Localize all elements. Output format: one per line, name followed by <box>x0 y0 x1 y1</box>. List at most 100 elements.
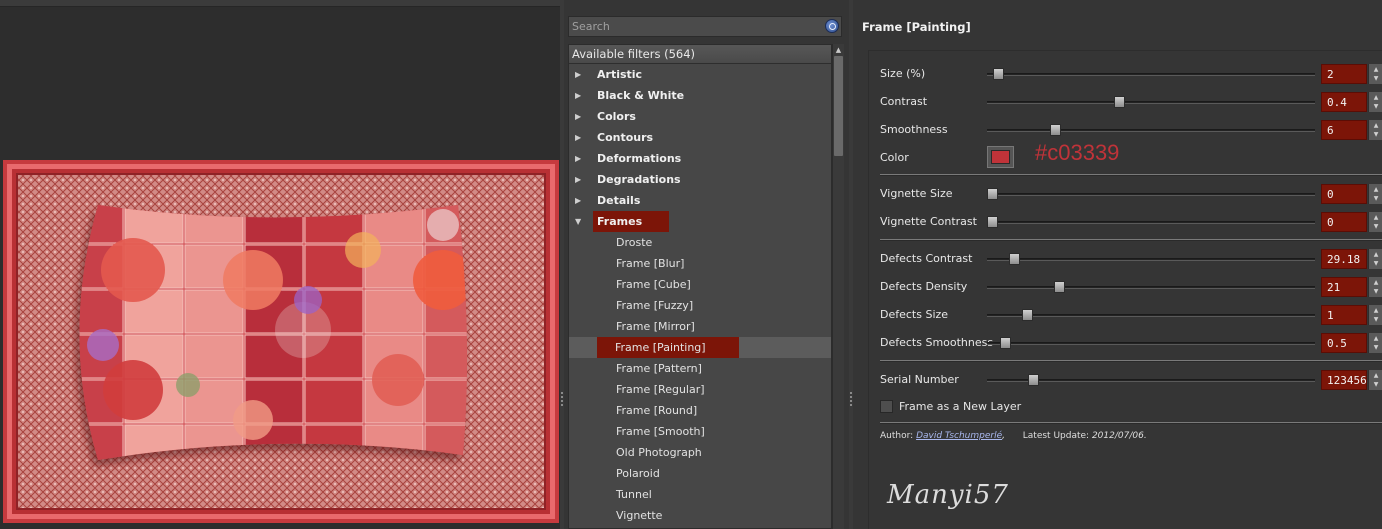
expand-arrow-icon[interactable]: ▶ <box>575 64 585 85</box>
value-field[interactable]: 2 <box>1321 64 1367 84</box>
tree-leaf-frame-smooth[interactable]: Frame [Smooth] <box>569 421 831 442</box>
slider-handle[interactable] <box>999 337 1011 349</box>
value-field[interactable]: 6 <box>1321 120 1367 140</box>
spin-down-icon[interactable]: ▼ <box>1372 380 1380 389</box>
expand-arrow-icon[interactable]: ▶ <box>575 106 585 127</box>
slider-track[interactable] <box>987 221 1315 224</box>
tree-leaf-vignette[interactable]: Vignette <box>569 505 831 526</box>
spin-up-icon[interactable]: ▲ <box>1372 185 1380 194</box>
spinner[interactable]: ▲ ▼ <box>1368 64 1382 84</box>
tree-leaf-frame-painting[interactable]: Frame [Painting] <box>569 337 831 358</box>
scrollbar-thumb[interactable] <box>834 56 843 156</box>
expand-arrow-icon[interactable]: ▶ <box>575 148 585 169</box>
expand-arrow-icon[interactable]: ▶ <box>575 169 585 190</box>
color-swatch-button[interactable] <box>987 146 1014 168</box>
tree-leaf-frame-blur[interactable]: Frame [Blur] <box>569 253 831 274</box>
slider-track[interactable] <box>987 314 1315 317</box>
slider-handle[interactable] <box>1113 96 1125 108</box>
slider-handle[interactable] <box>993 68 1005 80</box>
slider-handle[interactable] <box>1028 374 1040 386</box>
tree-leaf-old-photograph[interactable]: Old Photograph <box>569 442 831 463</box>
spin-up-icon[interactable]: ▲ <box>1372 250 1380 259</box>
tree-leaf-frame-round[interactable]: Frame [Round] <box>569 400 831 421</box>
tree-item-contours[interactable]: ▶ Contours <box>569 127 831 148</box>
value-field[interactable]: 21 <box>1321 277 1367 297</box>
tree-item-details[interactable]: ▶ Details <box>569 190 831 211</box>
expand-arrow-icon[interactable]: ▶ <box>575 127 585 148</box>
spinner[interactable]: ▲ ▼ <box>1368 92 1382 112</box>
slider-track[interactable] <box>987 258 1315 261</box>
tree-leaf-frame-fuzzy[interactable]: Frame [Fuzzy] <box>569 295 831 316</box>
spin-up-icon[interactable]: ▲ <box>1372 306 1380 315</box>
spin-down-icon[interactable]: ▼ <box>1372 102 1380 111</box>
new-layer-checkbox[interactable] <box>880 400 893 413</box>
tree-leaf-frame-pattern[interactable]: Frame [Pattern] <box>569 358 831 379</box>
spin-down-icon[interactable]: ▼ <box>1372 130 1380 139</box>
tree-scrollbar[interactable]: ▲ <box>832 44 844 529</box>
spin-down-icon[interactable]: ▼ <box>1372 287 1380 296</box>
new-layer-checkbox-row[interactable]: Frame as a New Layer <box>880 400 1021 413</box>
tree-item-artistic[interactable]: ▶ Artistic <box>569 64 831 85</box>
slider-track[interactable] <box>987 342 1315 345</box>
slider-track[interactable] <box>987 286 1315 289</box>
value-field[interactable]: 29.18 <box>1321 249 1367 269</box>
spin-down-icon[interactable]: ▼ <box>1372 343 1380 352</box>
spin-up-icon[interactable]: ▲ <box>1372 93 1380 102</box>
tree-item-black-white[interactable]: ▶ Black & White <box>569 85 831 106</box>
search-icon[interactable] <box>825 19 839 33</box>
spin-up-icon[interactable]: ▲ <box>1372 65 1380 74</box>
spin-up-icon[interactable]: ▲ <box>1372 278 1380 287</box>
slider-handle[interactable] <box>987 216 998 228</box>
spin-up-icon[interactable]: ▲ <box>1372 371 1380 380</box>
tree-item-frames[interactable]: ▼ Frames <box>569 211 831 232</box>
spin-down-icon[interactable]: ▼ <box>1372 259 1380 268</box>
spinner[interactable]: ▲ ▼ <box>1368 370 1382 390</box>
spinner[interactable]: ▲ ▼ <box>1368 277 1382 297</box>
slider-handle[interactable] <box>1053 281 1065 293</box>
spin-down-icon[interactable]: ▼ <box>1372 194 1380 203</box>
search-box <box>568 16 842 37</box>
slider-track[interactable] <box>987 129 1315 132</box>
slider-handle[interactable] <box>1021 309 1033 321</box>
slider-track[interactable] <box>987 101 1315 104</box>
tree-item-degradations[interactable]: ▶ Degradations <box>569 169 831 190</box>
author-link[interactable]: David Tschumperlé <box>916 431 1002 441</box>
value-field[interactable]: 0 <box>1321 184 1367 204</box>
expand-arrow-icon[interactable]: ▶ <box>575 190 585 211</box>
slider-track[interactable] <box>987 73 1315 76</box>
value-field[interactable]: 1 <box>1321 305 1367 325</box>
value-field[interactable]: 0.4 <box>1321 92 1367 112</box>
tree-item-deformations[interactable]: ▶ Deformations <box>569 148 831 169</box>
preview-image[interactable] <box>3 160 559 523</box>
slider-handle[interactable] <box>1050 124 1062 136</box>
slider-handle[interactable] <box>987 188 998 200</box>
spinner[interactable]: ▲ ▼ <box>1368 333 1382 353</box>
tree-leaf-frame-mirror[interactable]: Frame [Mirror] <box>569 316 831 337</box>
spinner[interactable]: ▲ ▼ <box>1368 120 1382 140</box>
tree-item-colors[interactable]: ▶ Colors <box>569 106 831 127</box>
slider-handle[interactable] <box>1009 253 1021 265</box>
spinner[interactable]: ▲ ▼ <box>1368 249 1382 269</box>
value-field[interactable]: 0 <box>1321 212 1367 232</box>
scroll-up-icon[interactable]: ▲ <box>834 46 843 55</box>
expand-arrow-icon[interactable]: ▶ <box>575 85 585 106</box>
collapse-arrow-icon[interactable]: ▼ <box>575 211 585 232</box>
tree-leaf-frame-cube[interactable]: Frame [Cube] <box>569 274 831 295</box>
spinner[interactable]: ▲ ▼ <box>1368 305 1382 325</box>
spin-up-icon[interactable]: ▲ <box>1372 121 1380 130</box>
tree-leaf-frame-regular[interactable]: Frame [Regular] <box>569 379 831 400</box>
spin-down-icon[interactable]: ▼ <box>1372 315 1380 324</box>
spinner[interactable]: ▲ ▼ <box>1368 212 1382 232</box>
value-field[interactable]: 0.5 <box>1321 333 1367 353</box>
tree-leaf-polaroid[interactable]: Polaroid <box>569 463 831 484</box>
spin-up-icon[interactable]: ▲ <box>1372 213 1380 222</box>
spin-down-icon[interactable]: ▼ <box>1372 74 1380 83</box>
value-field[interactable]: 123456 <box>1321 370 1367 390</box>
tree-leaf-tunnel[interactable]: Tunnel <box>569 484 831 505</box>
spin-down-icon[interactable]: ▼ <box>1372 222 1380 231</box>
slider-track[interactable] <box>987 193 1315 196</box>
tree-leaf-droste[interactable]: Droste <box>569 232 831 253</box>
spin-up-icon[interactable]: ▲ <box>1372 334 1380 343</box>
spinner[interactable]: ▲ ▼ <box>1368 184 1382 204</box>
search-input[interactable] <box>572 20 812 33</box>
